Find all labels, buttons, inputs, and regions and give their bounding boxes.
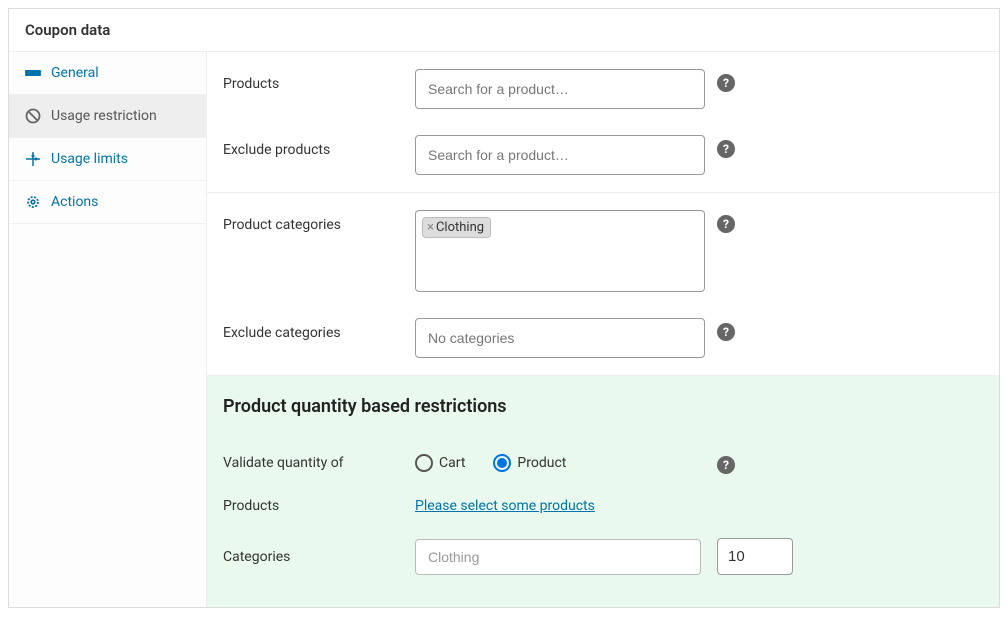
sidebar-item-actions[interactable]: Actions — [9, 181, 206, 224]
product-categories-input[interactable]: × Clothing — [415, 210, 705, 292]
help-icon[interactable]: ? — [717, 74, 735, 92]
qty-categories-input[interactable] — [415, 539, 701, 575]
panel-body: General Usage restriction Usage limits A… — [9, 52, 999, 607]
product-categories-label: Product categories — [223, 210, 403, 233]
products-row: Products ? — [207, 56, 999, 122]
sidebar-item-usage-limits[interactable]: Usage limits — [9, 138, 206, 181]
validate-quantity-row: Validate quantity of Cart Product ? — [223, 439, 983, 486]
help-icon[interactable]: ? — [717, 456, 735, 474]
help-icon[interactable]: ? — [717, 215, 735, 233]
panel-title: Coupon data — [9, 9, 999, 52]
content: Products ? Exclude products ? Product c — [207, 52, 999, 607]
radio-product-label: Product — [517, 455, 566, 471]
exclude-categories-label: Exclude categories — [223, 318, 403, 341]
coupon-data-panel: Coupon data General Usage restriction Us… — [8, 8, 1000, 608]
validate-quantity-label: Validate quantity of — [223, 455, 403, 471]
qty-products-label: Products — [223, 498, 403, 514]
products-section: Products ? Exclude products ? — [207, 52, 999, 193]
exclude-categories-row: Exclude categories ? — [207, 305, 999, 371]
sidebar-item-label: Usage restriction — [51, 108, 157, 124]
sidebar: General Usage restriction Usage limits A… — [9, 52, 207, 607]
sidebar-item-label: Usage limits — [51, 151, 128, 167]
ticket-icon — [25, 65, 41, 81]
help-icon[interactable]: ? — [717, 323, 735, 341]
product-categories-row: Product categories × Clothing ? — [207, 197, 999, 305]
radio-icon — [493, 454, 511, 472]
qty-categories-row: Categories — [223, 526, 983, 587]
exclude-products-input[interactable] — [415, 135, 705, 175]
radio-cart[interactable]: Cart — [415, 454, 465, 472]
categories-section: Product categories × Clothing ? Exclude … — [207, 193, 999, 376]
select-products-link[interactable]: Please select some products — [415, 498, 595, 514]
products-label: Products — [223, 69, 403, 92]
sidebar-item-usage-restriction[interactable]: Usage restriction — [9, 95, 206, 138]
quantity-heading: Product quantity based restrictions — [223, 396, 983, 417]
gear-icon — [25, 194, 41, 210]
exclude-categories-input[interactable] — [415, 318, 705, 358]
sliders-icon — [25, 151, 41, 167]
qty-categories-label: Categories — [223, 549, 403, 565]
quantity-restrictions-section: Product quantity based restrictions Vali… — [207, 376, 999, 607]
products-input[interactable] — [415, 69, 705, 109]
ban-icon — [25, 108, 41, 124]
qty-products-row: Products Please select some products — [223, 486, 983, 526]
help-icon[interactable]: ? — [717, 140, 735, 158]
radio-icon — [415, 454, 433, 472]
sidebar-item-label: General — [51, 65, 99, 81]
exclude-products-row: Exclude products ? — [207, 122, 999, 188]
exclude-products-label: Exclude products — [223, 135, 403, 158]
radio-product[interactable]: Product — [493, 454, 566, 472]
tag-label: Clothing — [436, 220, 484, 235]
sidebar-item-general[interactable]: General — [9, 52, 206, 95]
close-icon[interactable]: × — [427, 220, 434, 235]
sidebar-item-label: Actions — [51, 194, 98, 210]
category-tag: × Clothing — [422, 217, 491, 238]
radio-cart-label: Cart — [439, 455, 465, 471]
qty-number-input[interactable] — [717, 538, 793, 575]
